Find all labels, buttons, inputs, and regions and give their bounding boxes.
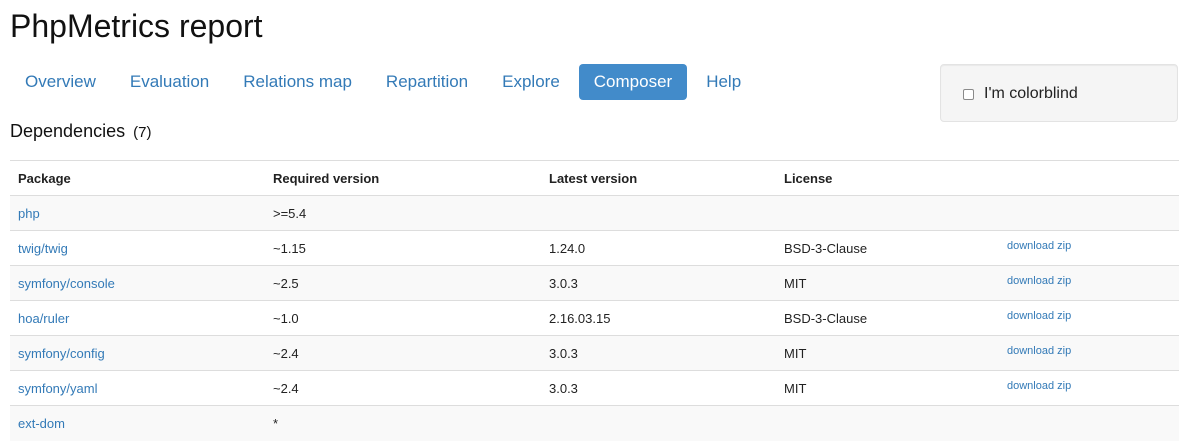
license-cell: MIT [776,335,999,371]
package-link[interactable]: symfony/console [18,276,115,291]
download-zip-link[interactable]: download zip [1007,275,1071,287]
column-header-required-version: Required version [265,160,541,196]
column-header-latest-version: Latest version [541,160,776,196]
column-header-package: Package [10,160,265,196]
table-row: symfony/yaml ~2.4 3.0.3 MIT download zip [10,370,1179,406]
required-version-cell: ~2.4 [265,370,541,406]
column-header-license: License [776,160,999,196]
latest-version-cell: 1.24.0 [541,230,776,266]
package-link[interactable]: ext-dom [18,416,65,431]
table-header-row: Package Required version Latest version … [10,160,1179,196]
license-cell: BSD-3-Clause [776,230,999,266]
download-zip-link[interactable]: download zip [1007,310,1071,322]
license-cell: MIT [776,265,999,301]
download-cell: download zip [999,265,1179,301]
dependencies-title: Dependencies [10,121,126,141]
download-cell: download zip [999,370,1179,406]
table-row: php >=5.4 [10,195,1179,231]
tab-relations-map[interactable]: Relations map [228,64,367,100]
tab-composer[interactable]: Composer [578,64,688,100]
column-header-download [999,160,1179,196]
package-link[interactable]: hoa/ruler [18,311,69,326]
package-link[interactable]: twig/twig [18,241,68,256]
tab-repartition[interactable]: Repartition [371,64,483,100]
latest-version-cell: 3.0.3 [541,335,776,371]
dependencies-table: Package Required version Latest version … [10,160,1179,441]
colorblind-panel: I'm colorblind [940,64,1178,122]
download-cell: download zip [999,335,1179,371]
download-zip-link[interactable]: download zip [1007,380,1071,392]
main-nav: Overview Evaluation Relations map Repart… [10,64,760,102]
colorblind-toggle[interactable]: I'm colorblind [963,85,1078,103]
latest-version-cell [541,405,776,441]
dependencies-heading: Dependencies (7) [10,119,151,145]
download-cell: download zip [999,230,1179,266]
download-cell [999,405,1179,441]
latest-version-cell: 3.0.3 [541,370,776,406]
download-zip-link[interactable]: download zip [1007,345,1071,357]
license-cell: MIT [776,370,999,406]
required-version-cell: * [265,405,541,441]
dependencies-count: (7) [133,124,152,141]
download-cell [999,195,1179,231]
latest-version-cell [541,195,776,231]
table-row: hoa/ruler ~1.0 2.16.03.15 BSD-3-Clause d… [10,300,1179,336]
table-row: symfony/console ~2.5 3.0.3 MIT download … [10,265,1179,301]
page: PhpMetrics report Overview Evaluation Re… [0,0,1199,443]
package-link[interactable]: php [18,206,40,221]
tab-help[interactable]: Help [691,64,756,100]
colorblind-checkbox[interactable] [963,88,974,100]
license-cell [776,195,999,231]
required-version-cell: >=5.4 [265,195,541,231]
table-row: symfony/config ~2.4 3.0.3 MIT download z… [10,335,1179,371]
page-title: PhpMetrics report [10,8,263,44]
required-version-cell: ~1.0 [265,300,541,336]
tab-overview[interactable]: Overview [10,64,111,100]
license-cell: BSD-3-Clause [776,300,999,336]
required-version-cell: ~2.4 [265,335,541,371]
table-row: twig/twig ~1.15 1.24.0 BSD-3-Clause down… [10,230,1179,266]
license-cell [776,405,999,441]
latest-version-cell: 2.16.03.15 [541,300,776,336]
download-zip-link[interactable]: download zip [1007,240,1071,252]
colorblind-label: I'm colorblind [984,85,1078,102]
required-version-cell: ~1.15 [265,230,541,266]
table-row: ext-dom * [10,405,1179,441]
tab-explore[interactable]: Explore [487,64,575,100]
package-link[interactable]: symfony/config [18,346,105,361]
required-version-cell: ~2.5 [265,265,541,301]
download-cell: download zip [999,300,1179,336]
latest-version-cell: 3.0.3 [541,265,776,301]
package-link[interactable]: symfony/yaml [18,381,97,396]
tab-evaluation[interactable]: Evaluation [115,64,224,100]
